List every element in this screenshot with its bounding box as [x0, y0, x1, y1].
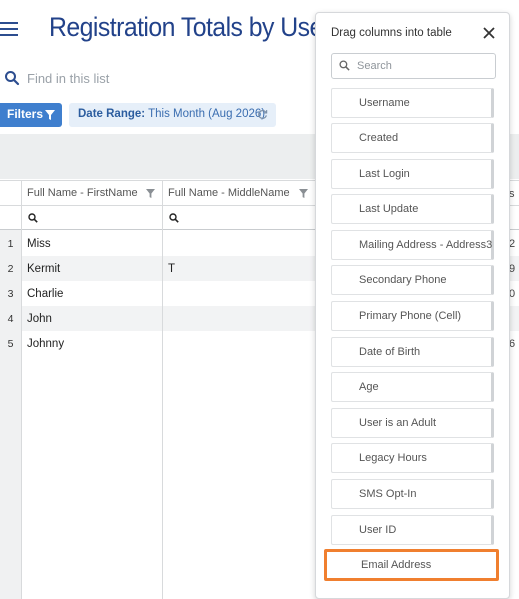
find-in-list[interactable]: Find in this list [0, 67, 320, 93]
column-divider [162, 180, 163, 599]
column-item-primary-phone[interactable]: Primary Phone (Cell) [331, 301, 494, 331]
column-item-date-of-birth[interactable]: Date of Birth [331, 337, 494, 367]
column-search-input[interactable]: Search [331, 53, 496, 79]
column-item-legacy-hours[interactable]: Legacy Hours [331, 443, 494, 473]
column-header-label: Full Name - MiddleName [168, 187, 290, 199]
menu-icon[interactable] [0, 21, 19, 37]
find-input[interactable]: Find in this list [27, 71, 109, 86]
column-header-label: Full Name - FirstName [27, 187, 138, 199]
cell-middlename: T [168, 263, 176, 275]
cell-firstname: Kermit [27, 263, 61, 275]
row-number: 1 [0, 231, 21, 256]
filter-icon[interactable] [146, 189, 155, 198]
row-number: 5 [0, 331, 21, 356]
column-item-last-update[interactable]: Last Update [331, 194, 494, 224]
cell-firstname: Johnny [27, 338, 65, 350]
chip-value: This Month (Aug 2026) [148, 108, 266, 120]
funnel-icon [45, 110, 55, 120]
search-placeholder: Search [357, 60, 392, 72]
row-number: 3 [0, 281, 21, 306]
cell-firstname: Miss [27, 238, 51, 250]
close-icon[interactable] [482, 26, 496, 40]
cell-firstname: John [27, 313, 52, 325]
column-header-middlename[interactable]: Full Name - MiddleName [162, 181, 315, 206]
column-item-email-address[interactable]: Email Address [324, 549, 499, 581]
filters-button[interactable]: Filters [0, 103, 62, 127]
page-title: Registration Totals by User [49, 12, 331, 42]
column-item-user-id[interactable]: User ID [331, 515, 494, 545]
row-number: 2 [0, 256, 21, 281]
cell-firstname: Charlie [27, 288, 64, 300]
search-icon[interactable] [169, 213, 179, 223]
column-item-age[interactable]: Age [331, 372, 494, 402]
column-item-mailing-address-3[interactable]: Mailing Address - Address3 [331, 230, 494, 260]
panel-title: Drag columns into table [331, 27, 452, 39]
column-chooser-panel: Drag columns into table Search Username … [315, 12, 510, 599]
column-item-secondary-phone[interactable]: Secondary Phone [331, 265, 494, 295]
column-item-user-is-adult[interactable]: User is an Adult [331, 408, 494, 438]
search-icon [5, 71, 20, 86]
column-divider [21, 180, 22, 599]
reset-icon[interactable] [257, 109, 268, 120]
column-header-firstname[interactable]: Full Name - FirstName [21, 181, 162, 206]
column-item-username[interactable]: Username [331, 88, 494, 118]
column-item-last-login[interactable]: Last Login [331, 159, 494, 189]
filter-icon[interactable] [299, 189, 308, 198]
row-number: 4 [0, 306, 21, 331]
chip-key: Date Range: [78, 108, 146, 120]
search-icon [339, 60, 350, 71]
filters-button-label: Filters [7, 107, 44, 121]
search-icon[interactable] [28, 213, 38, 223]
column-item-created[interactable]: Created [331, 123, 494, 153]
page: Registration Totals by User Find in this… [0, 0, 519, 599]
date-range-chip[interactable]: Date Range: This Month (Aug 2026) [69, 103, 276, 127]
column-item-sms-opt-in[interactable]: SMS Opt-In [331, 479, 494, 509]
